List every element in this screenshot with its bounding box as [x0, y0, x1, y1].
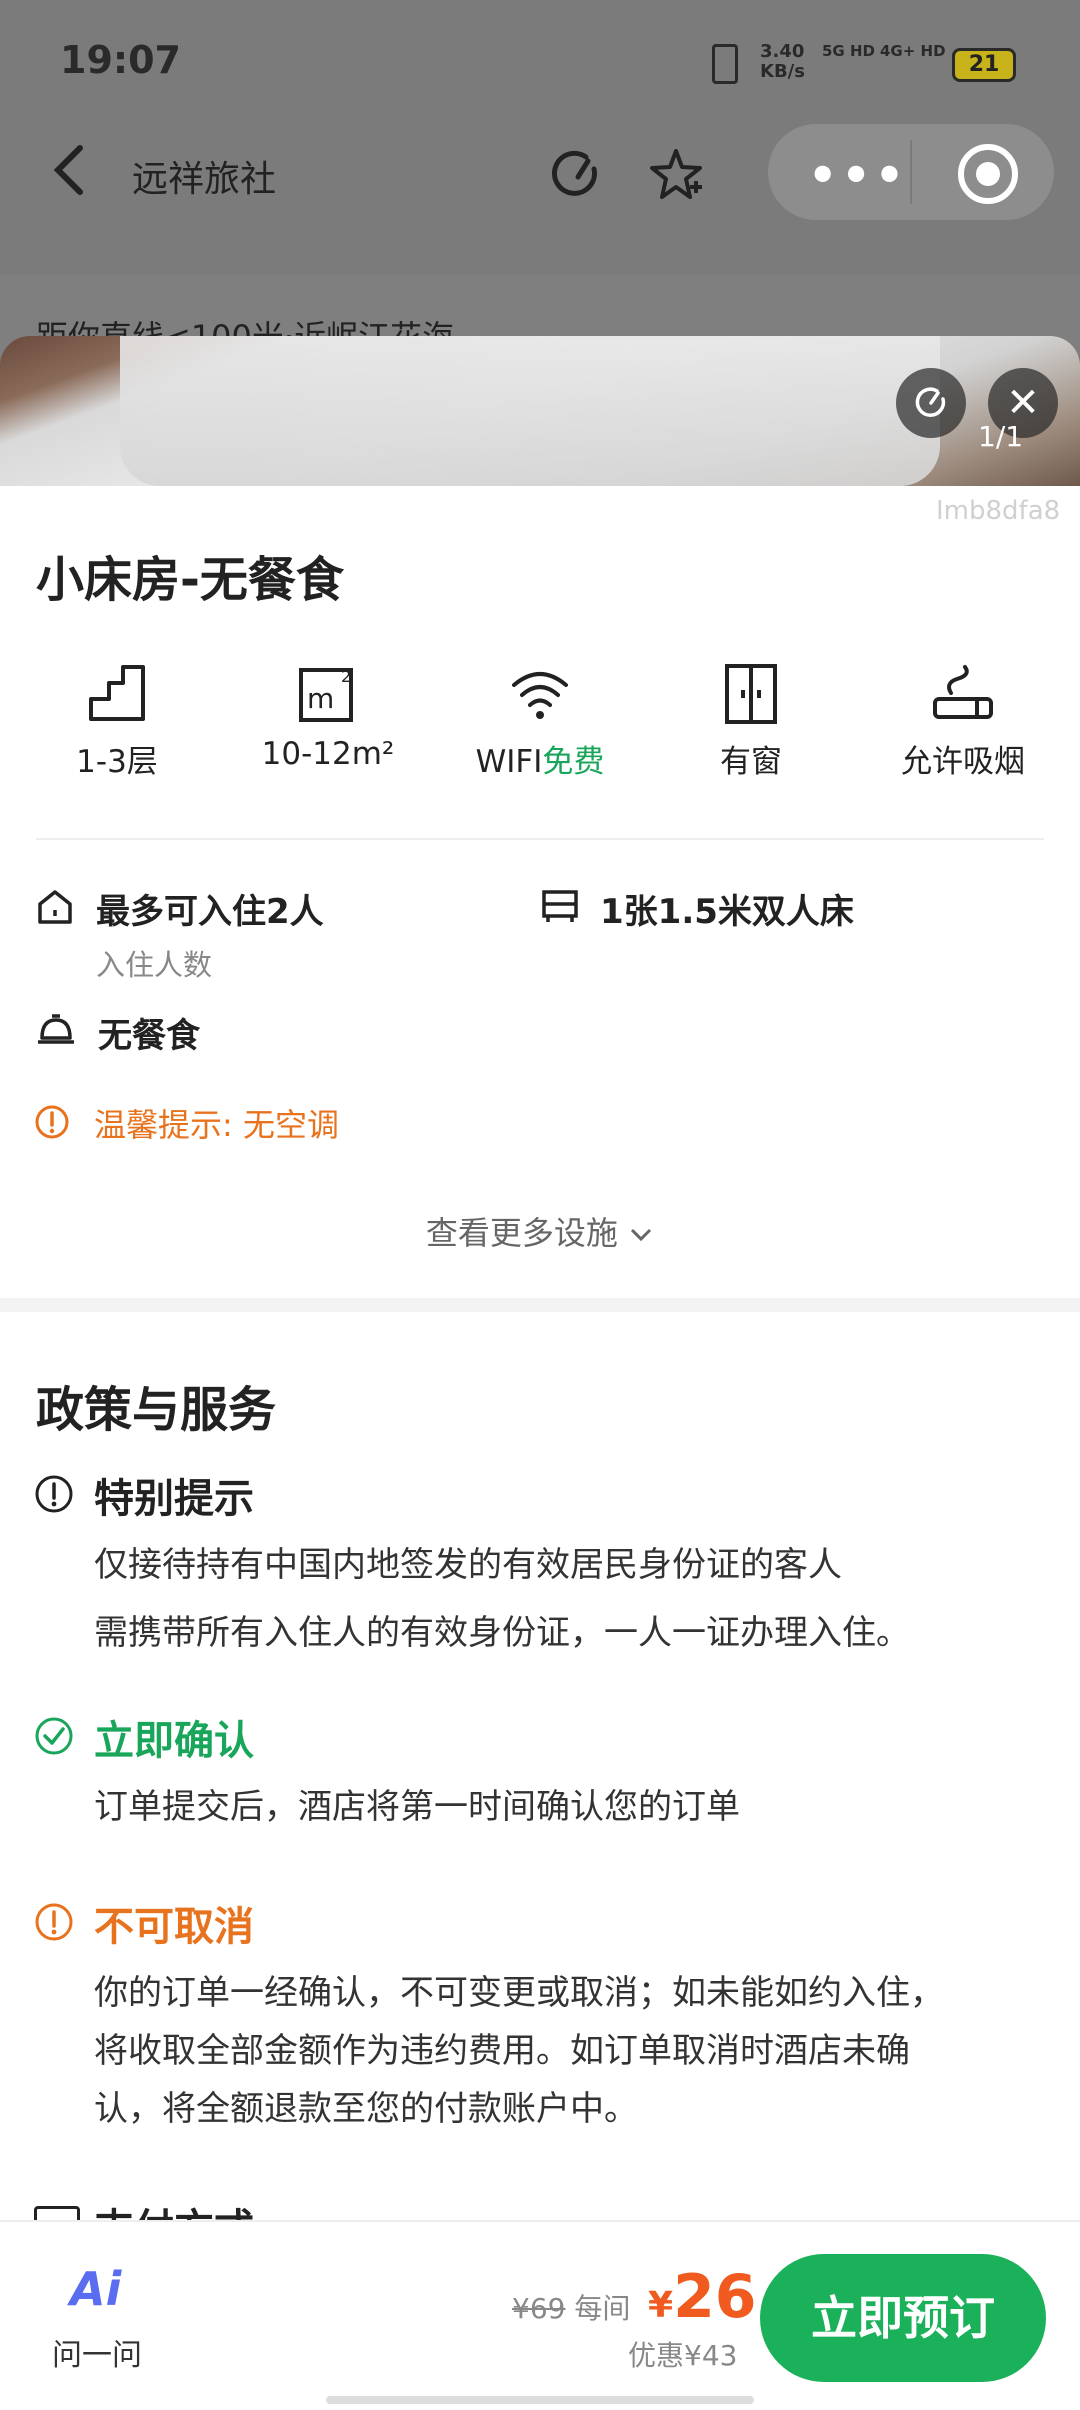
check-circle-icon: [34, 1716, 74, 1760]
facility-window: 有窗: [661, 660, 841, 781]
signal-4g: 4G+ HD: [880, 42, 946, 60]
divider: [36, 838, 1044, 840]
refresh-icon[interactable]: [548, 147, 604, 203]
status-time: 19:07: [60, 38, 181, 82]
battery-indicator: 21: [952, 48, 1016, 82]
favorite-star-icon[interactable]: [648, 147, 704, 203]
facility-label: 1-3层: [76, 744, 158, 780]
window-icon: [661, 660, 841, 726]
facility-area: m2 10-12m²: [238, 660, 418, 772]
room-title: 小床房-无餐食: [36, 552, 344, 608]
svg-text:m: m: [307, 682, 334, 715]
facility-wifi: WIFI免费: [450, 660, 630, 781]
info-circle-icon: [34, 1474, 74, 1518]
per-room-label: 每间: [574, 2292, 631, 2325]
net-speed: 3.40: [760, 41, 805, 62]
section-gap: [0, 1298, 1080, 1312]
warning-text: 温馨提示: 无空调: [94, 1106, 339, 1144]
policy-title: 政策与服务: [36, 1382, 277, 1438]
book-now-button[interactable]: 立即预订: [760, 2254, 1046, 2382]
occupancy-sub: 入住人数: [96, 948, 213, 982]
cancel-line: 将收取全部金额作为违约费用。如订单取消时酒店未确: [94, 2031, 910, 2071]
confirm-text: 订单提交后，酒店将第一时间确认您的订单: [94, 1787, 740, 1827]
cancel-line: 你的订单一经确认，不可变更或取消；如未能如约入住，: [94, 1973, 944, 2013]
home-indicator: [326, 2396, 754, 2404]
meal-cloche-icon: [36, 1012, 76, 1052]
svg-text:2: 2: [341, 667, 351, 686]
home-icon: [36, 888, 74, 930]
meal-text: 无餐食: [98, 1016, 200, 1056]
close-miniapp-icon[interactable]: [958, 144, 1018, 204]
net-speed-unit: KB/s: [760, 61, 805, 82]
back-arrow-icon[interactable]: [50, 140, 90, 214]
price-symbol: ¥: [648, 2285, 674, 2326]
facility-smoking: 允许吸烟: [873, 660, 1053, 781]
more-dots-icon[interactable]: •••: [808, 148, 908, 202]
current-price: ¥26: [648, 2262, 757, 2332]
special-line: 仅接待持有中国内地签发的有效居民身份证的客人: [94, 1545, 842, 1585]
chevron-down-icon: [628, 1214, 654, 1252]
special-line: 需携带所有入住人的有效身份证，一人一证办理入住。: [94, 1613, 910, 1653]
occupancy-text: 最多可入住2人: [96, 892, 324, 932]
stairs-icon: [27, 660, 207, 726]
cancel-line: 认，将全额退款至您的付款账户中。: [94, 2089, 638, 2129]
rotate-photo-icon[interactable]: [896, 368, 966, 438]
ai-assistant-icon[interactable]: Ai: [70, 2262, 121, 2316]
watermark: Imb8dfa8: [936, 496, 1061, 526]
saving-text: 优惠¥43: [628, 2339, 738, 2372]
photo-counter: 1/1: [978, 420, 1024, 453]
facility-label: 10-12m²: [261, 736, 395, 772]
price-value: 26: [673, 2262, 757, 2332]
status-network: 3.40 KB/s: [760, 42, 805, 82]
alert-icon: [34, 1104, 70, 1144]
hotel-name: 远祥旅社: [132, 159, 277, 200]
area-icon: m2: [238, 660, 418, 726]
bed-text: 1张1.5米双人床: [600, 892, 854, 932]
more-facilities-label: 查看更多设施: [425, 1214, 618, 1252]
signal-5g: 5G HD: [822, 42, 875, 60]
bed-icon: [540, 888, 580, 928]
original-price: ¥69 每间: [512, 2287, 630, 2327]
wifi-text: WIFI: [475, 744, 543, 780]
wifi-free-text: 免费: [542, 744, 605, 780]
more-facilities-link[interactable]: 查看更多设施: [0, 1208, 1080, 1254]
ai-assistant-label[interactable]: 问一问: [52, 2330, 142, 2374]
original-price-value: ¥69: [512, 2292, 566, 2325]
confirm-title: 立即确认: [94, 1718, 254, 1764]
warning-circle-icon: [34, 1902, 74, 1946]
cancel-title: 不可取消: [94, 1904, 254, 1950]
wifi-icon: [450, 660, 630, 726]
vibrate-icon: [712, 44, 738, 84]
photo-bed: [120, 336, 940, 486]
facility-floor: 1-3层: [27, 660, 207, 781]
special-title: 特别提示: [94, 1476, 254, 1522]
facility-label: 允许吸烟: [901, 744, 1025, 780]
capsule-divider: [910, 140, 912, 204]
facility-label: WIFI免费: [450, 736, 630, 781]
smoking-icon: [873, 660, 1053, 726]
facility-label: 有窗: [720, 744, 782, 780]
